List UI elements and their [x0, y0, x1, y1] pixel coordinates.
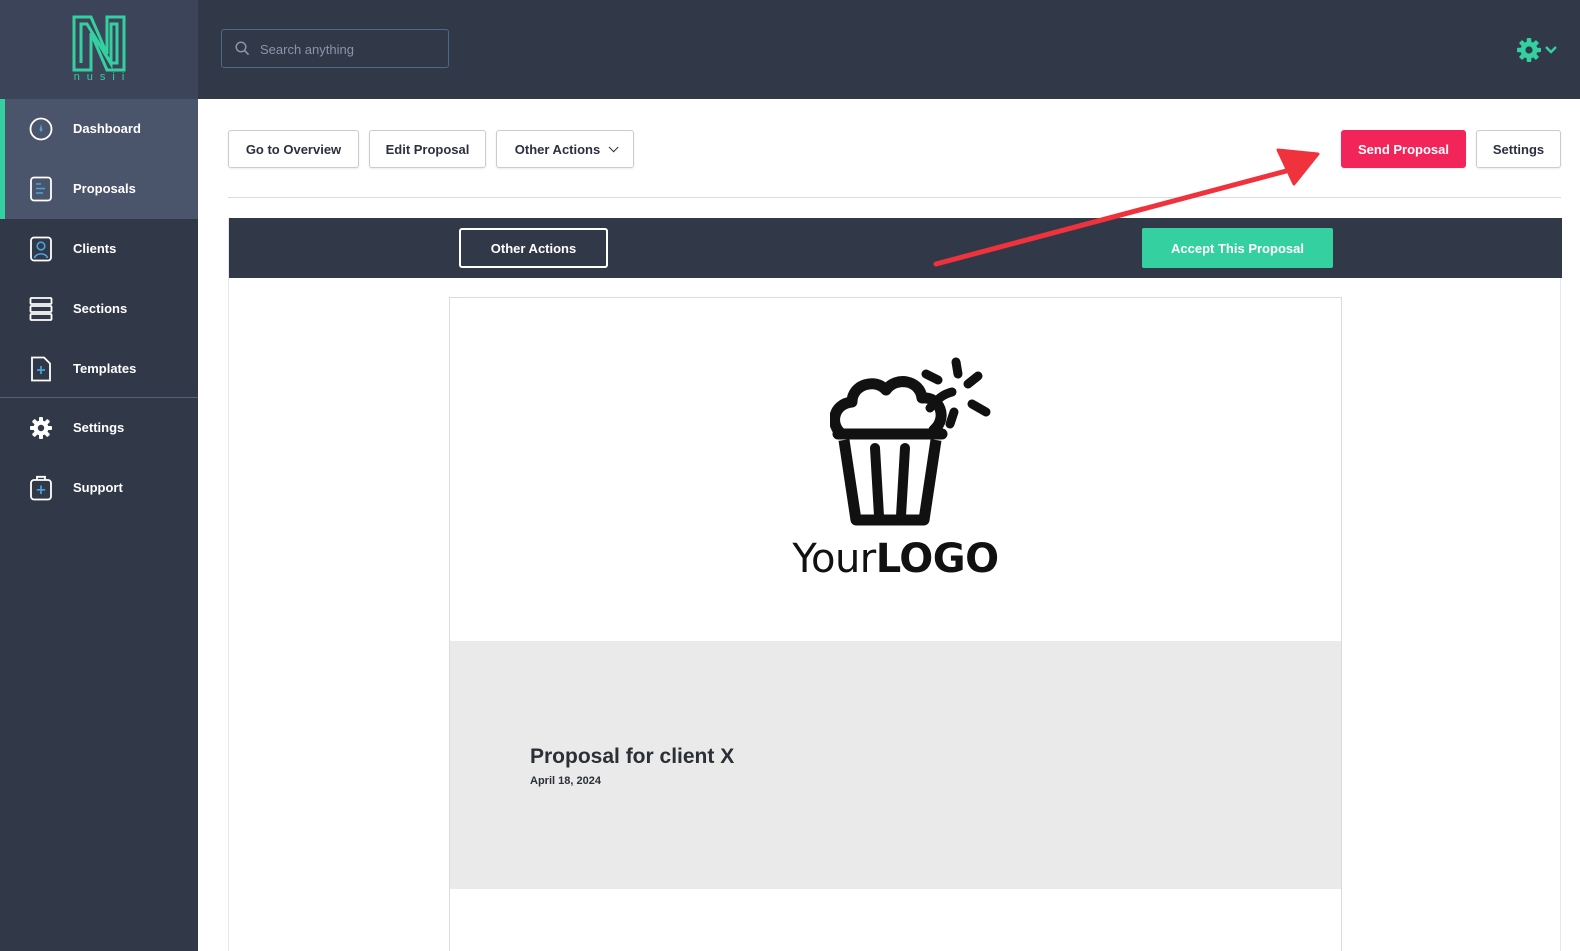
- toolbar-divider: [228, 197, 1561, 198]
- logo-text-light: Your: [792, 536, 876, 582]
- nusii-logo-icon: [72, 15, 126, 72]
- proposal-preview: Other Actions Accept This Proposal YourL…: [228, 218, 1562, 951]
- gear-icon: [1517, 38, 1541, 62]
- popcorn-logo-icon: [830, 357, 991, 526]
- sidebar-item-settings[interactable]: Settings: [0, 398, 198, 458]
- sidebar-item-proposals[interactable]: Proposals: [0, 159, 198, 219]
- sidebar-item-label: Sections: [73, 301, 128, 316]
- sidebar-item-label: Settings: [73, 420, 125, 435]
- template-add-icon: [31, 356, 51, 382]
- sidebar-item-clients[interactable]: Clients: [0, 219, 198, 279]
- proposal-date: April 18, 2024: [530, 775, 601, 787]
- dashboard-icon: [29, 117, 53, 141]
- brand-logo[interactable]: nusii: [0, 0, 198, 99]
- support-kit-icon: [30, 475, 52, 501]
- send-proposal-button[interactable]: Send Proposal: [1341, 130, 1466, 168]
- preview-action-bar: Other Actions Accept This Proposal: [229, 218, 1562, 278]
- brand-wordmark: nusii: [73, 71, 132, 83]
- sidebar-item-label: Support: [73, 480, 123, 495]
- search-box[interactable]: [221, 29, 449, 68]
- proposal-document: YourLOGO Proposal for client X April 18,…: [449, 297, 1342, 951]
- sidebar-item-label: Proposals: [73, 181, 136, 196]
- search-icon: [235, 41, 250, 56]
- search-input[interactable]: [260, 39, 440, 59]
- sections-icon: [29, 297, 53, 321]
- edit-proposal-button[interactable]: Edit Proposal: [369, 130, 486, 168]
- sidebar-item-label: Templates: [73, 361, 137, 376]
- sidebar-item-label: Dashboard: [73, 121, 141, 136]
- sidebar-item-templates[interactable]: Templates: [0, 339, 198, 399]
- proposal-title: Proposal for client X: [530, 745, 735, 768]
- chevron-down-icon: [608, 141, 619, 152]
- logo-text-bold: LOGO: [875, 536, 999, 582]
- client-icon: [30, 236, 52, 262]
- gear-icon: [30, 417, 52, 439]
- logo-area: YourLOGO: [450, 298, 1341, 641]
- chevron-down-icon: [1545, 46, 1557, 54]
- other-actions-label: Other Actions: [514, 141, 601, 157]
- go-to-overview-button[interactable]: Go to Overview: [228, 130, 359, 168]
- accept-proposal-button[interactable]: Accept This Proposal: [1142, 228, 1333, 268]
- sidebar-item-support[interactable]: Support: [0, 458, 198, 518]
- sidebar: nusii Dashboard Proposals Clients Sectio…: [0, 0, 198, 951]
- sidebar-item-label: Clients: [73, 241, 117, 256]
- cover-section: Proposal for client X April 18, 2024: [450, 641, 1341, 889]
- settings-button[interactable]: Settings: [1476, 130, 1561, 168]
- top-bar: [198, 0, 1580, 99]
- document-icon: [30, 176, 52, 202]
- sidebar-item-sections[interactable]: Sections: [0, 279, 198, 339]
- other-actions-dropdown[interactable]: Other Actions: [496, 130, 634, 168]
- preview-other-actions-button[interactable]: Other Actions: [459, 228, 608, 268]
- account-settings-menu[interactable]: [1516, 36, 1562, 64]
- sidebar-item-dashboard[interactable]: Dashboard: [0, 99, 198, 159]
- logo-wordmark: YourLOGO: [450, 536, 1341, 582]
